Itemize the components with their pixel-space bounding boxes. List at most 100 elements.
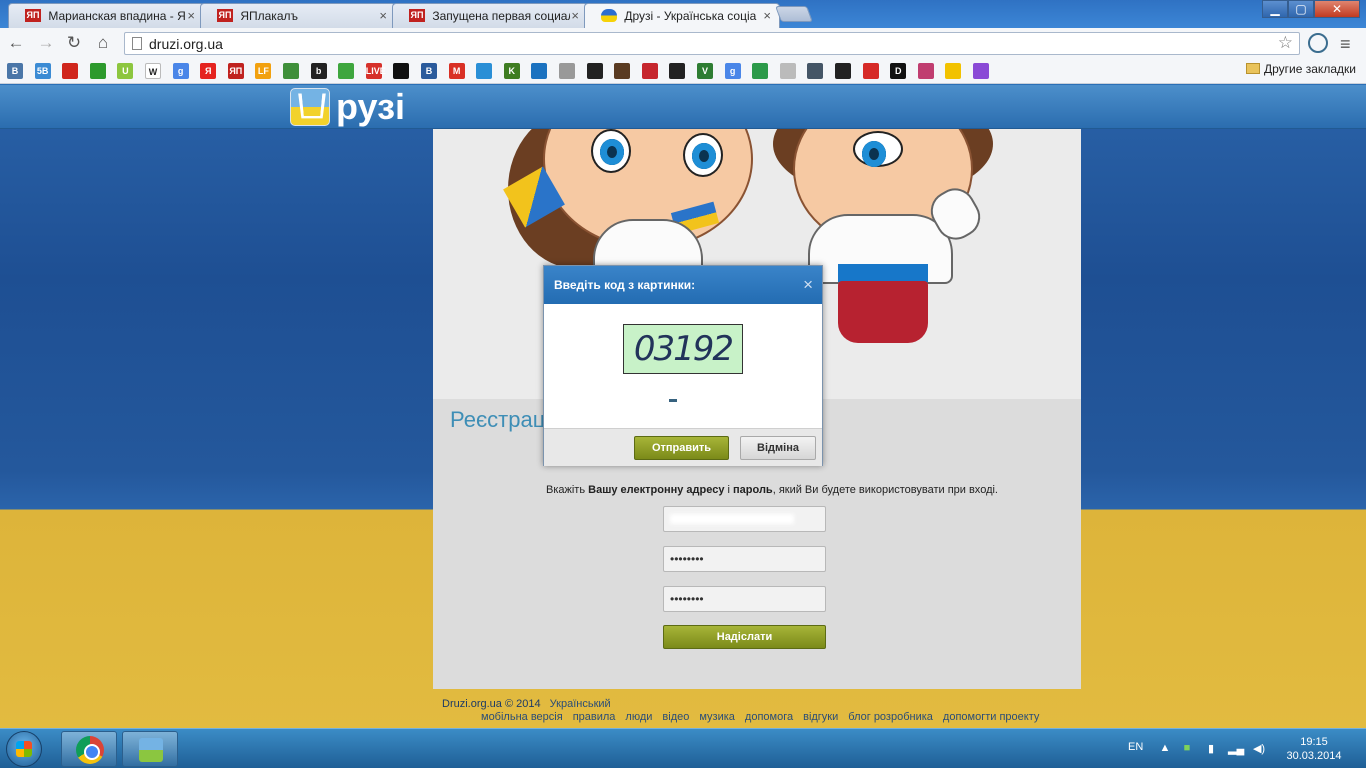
- footer-link[interactable]: блог розробника: [848, 711, 933, 723]
- footer-link[interactable]: люди: [625, 711, 652, 723]
- bookmark-icon[interactable]: [835, 63, 851, 79]
- footer-link[interactable]: мобільна версія: [481, 711, 563, 723]
- close-icon[interactable]: ×: [763, 8, 771, 23]
- bookmark-icon[interactable]: [779, 63, 796, 79]
- bookmark-icon[interactable]: Я: [200, 63, 217, 79]
- language-indicator[interactable]: EN: [1128, 741, 1143, 753]
- bookmark-icon[interactable]: [641, 63, 658, 79]
- footer-links: мобільна версія правила люди відео музика доп…: [481, 711, 1142, 723]
- bookmark-icon[interactable]: V: [697, 63, 713, 79]
- bookmark-icon[interactable]: K: [503, 63, 520, 79]
- url-text[interactable]: druzi.org.ua: [149, 36, 223, 52]
- close-icon[interactable]: ×: [379, 8, 387, 23]
- bookmark-icon[interactable]: M: [448, 63, 465, 79]
- reload-icon[interactable]: ↻: [64, 33, 84, 53]
- chrome-icon: [76, 736, 104, 764]
- taskbar: EN ▲ ■ ▮ ▂▄ ◀) 19:15 30.03.2014: [0, 728, 1366, 768]
- extension-icon[interactable]: [1308, 33, 1328, 53]
- captcha-image: 03192: [623, 324, 743, 374]
- bookmark-icon[interactable]: [862, 63, 879, 79]
- password-field[interactable]: [663, 546, 826, 572]
- bookmark-icon[interactable]: g: [172, 63, 189, 79]
- bookmark-icon[interactable]: [476, 63, 493, 79]
- minimize-button[interactable]: ▁: [1262, 0, 1288, 18]
- address-bar[interactable]: druzi.org.ua ☆: [124, 32, 1300, 55]
- bookmark-icon[interactable]: W: [145, 63, 161, 79]
- tab-druzi[interactable]: Друзі - Українська соціа ×: [584, 3, 780, 29]
- bookmark-icon[interactable]: [531, 63, 548, 79]
- taskbar-app[interactable]: [122, 731, 178, 767]
- footer-link[interactable]: відгуки: [803, 711, 838, 723]
- window-close-button[interactable]: ✕: [1314, 0, 1360, 18]
- tab-title: Марианская впадина - ЯП: [48, 8, 187, 23]
- bookmark-icon[interactable]: [945, 63, 962, 79]
- bookmark-icon[interactable]: [614, 63, 631, 79]
- footer-link[interactable]: музика: [699, 711, 735, 723]
- bookmark-icon[interactable]: b: [310, 63, 327, 79]
- register-submit-button[interactable]: Надіслати: [663, 625, 826, 649]
- footer-link[interactable]: відео: [662, 711, 689, 723]
- tab-favicon: ЯП: [25, 9, 41, 23]
- new-tab-button[interactable]: [775, 6, 813, 22]
- bookmark-icon[interactable]: ЯП: [227, 63, 244, 79]
- bookmark-icon[interactable]: B: [421, 63, 437, 79]
- bookmark-icon[interactable]: LIVE: [365, 63, 386, 79]
- other-bookmarks-folder[interactable]: Другие закладки: [1246, 62, 1356, 76]
- home-icon[interactable]: ⌂: [93, 33, 113, 53]
- back-arrow-icon[interactable]: ←: [6, 33, 26, 53]
- start-button[interactable]: [6, 731, 42, 767]
- menu-icon[interactable]: ≡: [1340, 34, 1351, 55]
- bookmark-icon[interactable]: [917, 63, 934, 79]
- bookmark-icon[interactable]: [283, 63, 299, 79]
- forward-arrow-icon[interactable]: →: [36, 33, 56, 53]
- send-button[interactable]: Отправить: [634, 436, 729, 460]
- bookmark-icon[interactable]: [973, 63, 989, 79]
- tab-social-launch[interactable]: ЯП Запущена первая социал ×: [392, 3, 588, 28]
- close-icon[interactable]: ×: [803, 275, 813, 295]
- footer-link[interactable]: правила: [573, 711, 616, 723]
- email-field[interactable]: [663, 506, 826, 532]
- close-icon[interactable]: ×: [571, 8, 579, 23]
- password-confirm-field[interactable]: [663, 586, 826, 612]
- bookmark-icon[interactable]: [586, 63, 603, 79]
- bookmark-icon[interactable]: LF: [255, 63, 272, 79]
- tab-yaplakal[interactable]: ЯП ЯПлакалъ ×: [200, 3, 396, 28]
- captcha-input[interactable]: [669, 399, 677, 402]
- bookmark-icon[interactable]: [559, 63, 575, 79]
- bookmark-icon[interactable]: [338, 63, 355, 79]
- tab-title: Друзі - Українська соціа: [624, 8, 757, 23]
- footer-language-link[interactable]: Український: [550, 698, 611, 710]
- page-icon: [132, 37, 142, 50]
- volume-icon[interactable]: ◀): [1252, 742, 1266, 756]
- bookmark-icon[interactable]: D: [890, 63, 907, 79]
- bookmark-icon[interactable]: [752, 63, 769, 79]
- maximize-button[interactable]: ▢: [1288, 0, 1314, 18]
- app-icon: [139, 738, 163, 762]
- cancel-button[interactable]: Відміна: [740, 436, 816, 460]
- bookmark-icon[interactable]: [393, 63, 410, 79]
- bookmark-icon[interactable]: [669, 63, 686, 79]
- boy-pants: [838, 281, 928, 343]
- boy-eye: [853, 131, 903, 167]
- tab-mariana[interactable]: ЯП Марианская впадина - ЯП ×: [8, 3, 204, 28]
- browser-toolbar: ← → ↻ ⌂ druzi.org.ua ☆ ≡: [0, 28, 1366, 58]
- bookmark-icon[interactable]: 5В: [34, 63, 51, 79]
- bookmark-icon[interactable]: g: [724, 63, 741, 79]
- bookmarks-bar: Другие закладки В 5В U Wg Я ЯП LF b LIVE B M K Vg D: [0, 58, 1366, 84]
- bookmark-star-icon[interactable]: ☆: [1278, 33, 1293, 53]
- taskbar-chrome[interactable]: [61, 731, 117, 767]
- bookmark-icon[interactable]: U: [117, 63, 134, 79]
- clock[interactable]: 19:15 30.03.2014: [1283, 735, 1345, 763]
- device-icon[interactable]: ▮: [1204, 742, 1218, 756]
- network-app-icon[interactable]: ■: [1180, 742, 1194, 756]
- bookmark-icon[interactable]: В: [7, 63, 23, 79]
- show-hidden-icons-icon[interactable]: ▲: [1158, 742, 1172, 756]
- footer-link[interactable]: допомогти проекту: [943, 711, 1039, 723]
- signal-icon[interactable]: ▂▄: [1228, 742, 1244, 756]
- bookmark-icon[interactable]: [807, 63, 824, 79]
- bookmark-icon[interactable]: [62, 63, 79, 79]
- logo-mark-icon: [290, 88, 330, 126]
- close-icon[interactable]: ×: [187, 8, 195, 23]
- footer-link[interactable]: допомога: [745, 711, 793, 723]
- bookmark-icon[interactable]: [89, 63, 106, 79]
